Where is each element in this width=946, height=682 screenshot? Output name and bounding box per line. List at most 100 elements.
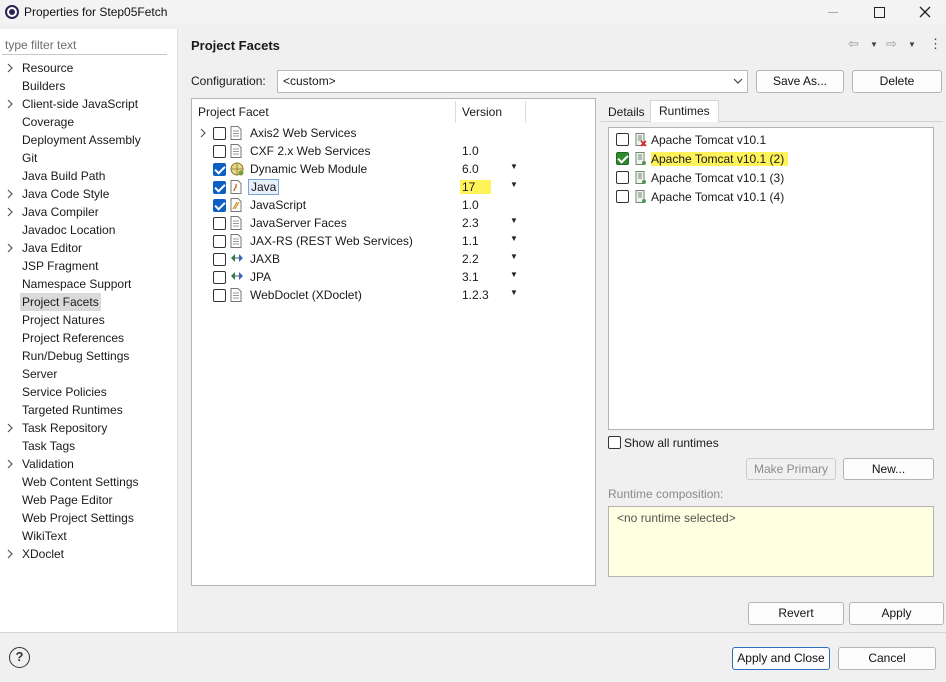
runtime-row[interactable]: Apache Tomcat v10.1 (3): [609, 168, 929, 187]
forward-icon[interactable]: ⇨: [886, 36, 897, 52]
chevron-right-icon[interactable]: [200, 126, 207, 143]
runtime-row[interactable]: Apache Tomcat v10.1 (4): [609, 187, 929, 206]
facet-checkbox[interactable]: [213, 253, 226, 266]
chevron-down-icon[interactable]: ▼: [510, 270, 518, 279]
save-as-button[interactable]: Save As...: [756, 70, 844, 93]
sidebar-item[interactable]: Builders: [0, 77, 177, 95]
sidebar-item[interactable]: Service Policies: [0, 383, 177, 401]
facet-row[interactable]: JavaScript 1.0: [192, 196, 592, 214]
facet-row[interactable]: JPA 3.1 ▼: [192, 268, 592, 286]
tab-details[interactable]: Details: [605, 102, 648, 122]
sidebar-item[interactable]: Project References: [0, 329, 177, 347]
back-icon[interactable]: ⇦: [848, 36, 859, 52]
runtime-row[interactable]: Apache Tomcat v10.1: [609, 130, 929, 149]
sidebar-item[interactable]: Web Content Settings: [0, 473, 177, 491]
facet-checkbox[interactable]: [213, 145, 226, 158]
facet-checkbox[interactable]: [213, 163, 226, 176]
apply-and-close-button[interactable]: Apply and Close: [732, 647, 830, 670]
column-separator[interactable]: [525, 101, 526, 123]
runtime-checkbox[interactable]: [616, 133, 629, 146]
facet-version[interactable]: 2.2: [462, 252, 479, 266]
facet-version[interactable]: 1.2.3: [462, 288, 489, 302]
chevron-down-icon[interactable]: ▼: [510, 252, 518, 261]
back-menu-chevron-icon[interactable]: ▼: [870, 40, 878, 49]
runtime-checkbox[interactable]: [616, 171, 629, 184]
sidebar-item[interactable]: Task Tags: [0, 437, 177, 455]
sidebar-item[interactable]: Run/Debug Settings: [0, 347, 177, 365]
facet-row[interactable]: JAXB 2.2 ▼: [192, 250, 592, 268]
facet-checkbox[interactable]: [213, 199, 226, 212]
tab-runtimes[interactable]: Runtimes: [650, 100, 719, 122]
sidebar-item[interactable]: Web Project Settings: [0, 509, 177, 527]
maximize-button[interactable]: [856, 0, 902, 24]
facet-row[interactable]: Java 17 ▼: [192, 178, 592, 196]
sidebar-item[interactable]: Targeted Runtimes: [0, 401, 177, 419]
sidebar-item[interactable]: Java Editor: [0, 239, 177, 257]
revert-button[interactable]: Revert: [748, 602, 844, 625]
cancel-button[interactable]: Cancel: [838, 647, 936, 670]
new-runtime-button[interactable]: New...: [843, 458, 934, 480]
minimize-button[interactable]: [810, 0, 856, 24]
facet-row[interactable]: CXF 2.x Web Services 1.0: [192, 142, 592, 160]
sidebar-item[interactable]: Java Build Path: [0, 167, 177, 185]
sidebar-item[interactable]: XDoclet: [0, 545, 177, 563]
facet-checkbox[interactable]: [213, 235, 226, 248]
checkbox[interactable]: [608, 436, 621, 449]
column-header-version[interactable]: Version: [462, 105, 502, 119]
facet-checkbox[interactable]: [213, 271, 226, 284]
sidebar-item[interactable]: Javadoc Location: [0, 221, 177, 239]
filter-input[interactable]: [2, 35, 167, 55]
forward-menu-chevron-icon[interactable]: ▼: [908, 40, 916, 49]
facet-version[interactable]: 2.3: [462, 216, 479, 230]
sidebar-item[interactable]: Web Page Editor: [0, 491, 177, 509]
facet-row[interactable]: WebDoclet (XDoclet) 1.2.3 ▼: [192, 286, 592, 304]
sidebar-item[interactable]: Coverage: [0, 113, 177, 131]
facet-row[interactable]: Dynamic Web Module 6.0 ▼: [192, 160, 592, 178]
facet-row[interactable]: Axis2 Web Services: [192, 124, 592, 142]
facet-version[interactable]: 17: [460, 180, 492, 194]
facet-row[interactable]: JavaServer Faces 2.3 ▼: [192, 214, 592, 232]
chevron-down-icon[interactable]: ▼: [510, 234, 518, 243]
facet-checkbox[interactable]: [213, 127, 226, 140]
help-icon[interactable]: ?: [9, 647, 30, 668]
sidebar-item[interactable]: Namespace Support: [0, 275, 177, 293]
configuration-select[interactable]: <custom>: [277, 70, 748, 93]
sidebar-item[interactable]: Java Code Style: [0, 185, 177, 203]
more-options-icon[interactable]: ⋮: [929, 36, 942, 52]
chevron-down-icon[interactable]: ▼: [510, 216, 518, 225]
runtime-checkbox[interactable]: [616, 152, 629, 165]
facet-checkbox[interactable]: [213, 217, 226, 230]
facet-checkbox[interactable]: [213, 289, 226, 302]
facet-version[interactable]: 6.0: [462, 162, 479, 176]
sidebar-item[interactable]: Project Facets: [0, 293, 177, 311]
sidebar-item[interactable]: Project Natures: [0, 311, 177, 329]
facet-version[interactable]: 1.0: [462, 144, 479, 158]
sidebar-item[interactable]: Deployment Assembly: [0, 131, 177, 149]
sidebar-item[interactable]: Task Repository: [0, 419, 177, 437]
chevron-right-icon[interactable]: [7, 545, 14, 568]
column-separator[interactable]: [455, 101, 456, 123]
facet-version[interactable]: 1.0: [462, 198, 479, 212]
sidebar-item[interactable]: Client-side JavaScript: [0, 95, 177, 113]
sidebar-item[interactable]: Resource: [0, 59, 177, 77]
facet-checkbox[interactable]: [213, 181, 226, 194]
delete-button[interactable]: Delete: [852, 70, 942, 93]
chevron-down-icon[interactable]: ▼: [510, 162, 518, 171]
make-primary-button[interactable]: Make Primary: [746, 458, 836, 480]
facet-version[interactable]: 1.1: [462, 234, 479, 248]
runtime-row[interactable]: Apache Tomcat v10.1 (2): [609, 149, 929, 168]
sidebar-item[interactable]: WikiText: [0, 527, 177, 545]
column-header-facet[interactable]: Project Facet: [198, 105, 269, 119]
chevron-down-icon[interactable]: ▼: [510, 180, 518, 189]
sidebar-item[interactable]: JSP Fragment: [0, 257, 177, 275]
sidebar-item[interactable]: Server: [0, 365, 177, 383]
sidebar-item[interactable]: Java Compiler: [0, 203, 177, 221]
facet-row[interactable]: JAX-RS (REST Web Services) 1.1 ▼: [192, 232, 592, 250]
facet-version[interactable]: 3.1: [462, 270, 479, 284]
chevron-down-icon[interactable]: ▼: [510, 288, 518, 297]
pane-divider[interactable]: [177, 29, 178, 632]
close-button[interactable]: [902, 0, 946, 24]
runtime-checkbox[interactable]: [616, 190, 629, 203]
sidebar-item[interactable]: Validation: [0, 455, 177, 473]
apply-button[interactable]: Apply: [849, 602, 944, 625]
